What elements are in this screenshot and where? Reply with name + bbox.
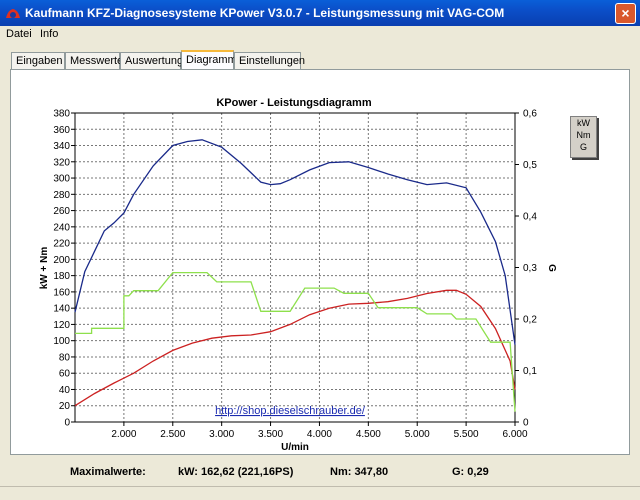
x-tick-label: 5.500 bbox=[454, 429, 479, 440]
y-left-tick-label: 160 bbox=[53, 287, 70, 298]
y-left-tick-label: 140 bbox=[53, 304, 70, 315]
shop-link[interactable]: http://shop.dieselschrauber.de/ bbox=[215, 405, 366, 417]
y-right-tick-label: 0,4 bbox=[523, 212, 537, 223]
y-left-tick-label: 220 bbox=[53, 239, 70, 250]
chart-legend: kW Nm G bbox=[570, 116, 597, 158]
y-left-tick-label: 120 bbox=[53, 320, 70, 331]
y-right-tick-label: 0,1 bbox=[523, 366, 537, 377]
y-left-tick-label: 260 bbox=[53, 206, 70, 217]
series-line-g bbox=[75, 271, 516, 412]
y-left-tick-label: 380 bbox=[53, 109, 70, 120]
x-tick-label: 4.500 bbox=[356, 429, 381, 440]
x-tick-label: 4.000 bbox=[307, 429, 332, 440]
y-right-tick-label: 0,3 bbox=[523, 263, 537, 274]
window-footer bbox=[0, 486, 640, 500]
plot-frame bbox=[74, 112, 516, 423]
x-tick-label: 2.500 bbox=[160, 429, 185, 440]
y-left-tick-label: 280 bbox=[53, 190, 70, 201]
y-right-tick-label: 0,5 bbox=[523, 160, 537, 171]
y-left-tick-label: 0 bbox=[64, 418, 70, 429]
legend-kw: kW bbox=[577, 118, 590, 128]
legend-nm: Nm bbox=[576, 130, 591, 140]
y-left-tick-label: 100 bbox=[53, 336, 70, 347]
y-left-tick-label: 340 bbox=[53, 141, 70, 152]
max-values-label: Maximalwerte: bbox=[70, 466, 146, 478]
x-tick-label: 3.000 bbox=[209, 429, 234, 440]
x-tick-label: 3.500 bbox=[258, 429, 283, 440]
x-tick-label: 5.000 bbox=[405, 429, 430, 440]
y-left-tick-label: 80 bbox=[59, 352, 71, 363]
x-tick-label: 2.000 bbox=[111, 429, 136, 440]
y-left-tick-label: 20 bbox=[59, 401, 71, 412]
y-left-tick-label: 200 bbox=[53, 255, 70, 266]
x-tick-label: 6.000 bbox=[502, 429, 527, 440]
y-left-tick-label: 60 bbox=[59, 369, 71, 380]
y-left-tick-label: 40 bbox=[59, 385, 71, 396]
legend-g: G bbox=[579, 142, 587, 152]
y-right-tick-label: 0,6 bbox=[523, 109, 537, 120]
y-right-tick-label: 0,2 bbox=[523, 315, 537, 326]
y-right-tick-label: 0 bbox=[523, 418, 529, 429]
y-left-tick-label: 360 bbox=[53, 125, 70, 136]
x-axis-label: U/min bbox=[281, 442, 309, 453]
power-chart: KPower - Leistungsdiagramm 2.000 2.500 3.0… bbox=[39, 97, 557, 453]
y-axis-label-right: G bbox=[546, 264, 557, 272]
y-left-tick-label: 240 bbox=[53, 222, 70, 233]
chart-title: KPower - Leistungsdiagramm bbox=[216, 97, 371, 109]
y-axis-label-left: kW + Nm bbox=[39, 247, 50, 290]
max-g-value: G: 0,29 bbox=[452, 466, 489, 478]
y-left-tick-label: 300 bbox=[53, 174, 70, 185]
max-kw-value: kW: 162,62 (221,16PS) bbox=[178, 466, 294, 478]
status-bar: Maximalwerte: kW: 162,62 (221,16PS) Nm: … bbox=[0, 460, 640, 482]
y-left-tick-label: 180 bbox=[53, 271, 70, 282]
series-line-kw bbox=[74, 289, 516, 407]
y-left-tick-label: 320 bbox=[53, 157, 70, 168]
max-nm-value: Nm: 347,80 bbox=[330, 466, 389, 478]
